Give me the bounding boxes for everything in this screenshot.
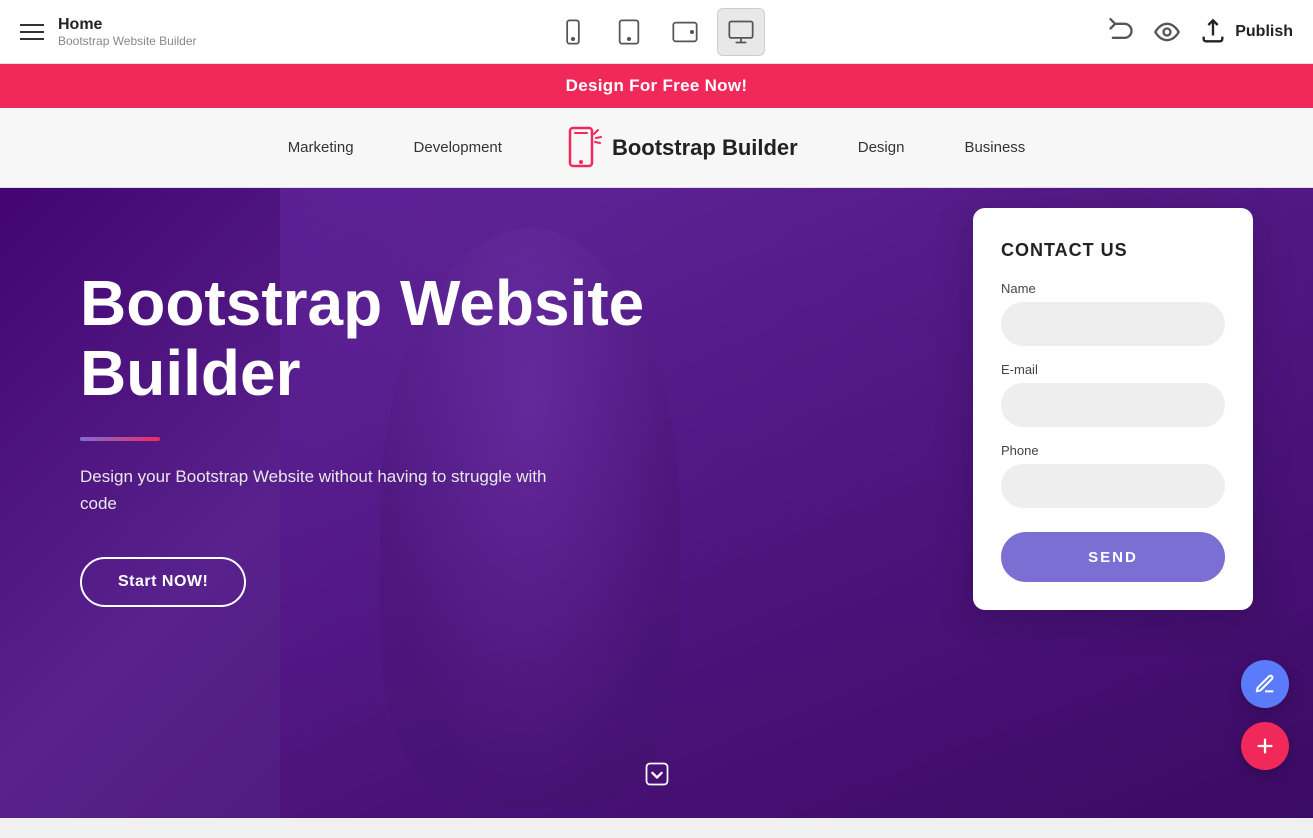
hero-title: Bootstrap Website Builder	[80, 268, 780, 409]
email-field-group: E-mail	[1001, 362, 1225, 427]
name-label: Name	[1001, 281, 1225, 296]
toolbar-right: Publish	[1107, 18, 1293, 46]
email-input[interactable]	[1001, 383, 1225, 427]
phone-input[interactable]	[1001, 464, 1225, 508]
phone-field-group: Phone	[1001, 443, 1225, 508]
desktop-view-button[interactable]	[717, 8, 765, 56]
email-label: E-mail	[1001, 362, 1225, 377]
tablet-view-button[interactable]	[605, 8, 653, 56]
brand[interactable]: Bootstrap Builder	[562, 124, 798, 172]
publish-label: Publish	[1235, 23, 1293, 41]
edit-fab-button[interactable]	[1241, 660, 1289, 708]
toolbar-title-group: Home Bootstrap Website Builder	[58, 16, 197, 48]
mobile-view-button[interactable]	[549, 8, 597, 56]
brand-name: Bootstrap Builder	[612, 135, 798, 161]
add-fab-button[interactable]	[1241, 722, 1289, 770]
device-switcher	[549, 8, 765, 56]
toolbar: Home Bootstrap Website Builder	[0, 0, 1313, 64]
contact-title: CONTACT US	[1001, 240, 1225, 261]
send-button[interactable]: SEND	[1001, 532, 1225, 582]
hero-cta-button[interactable]: Start NOW!	[80, 557, 246, 607]
brand-icon	[562, 124, 602, 172]
publish-button[interactable]: Publish	[1199, 18, 1293, 46]
promo-banner[interactable]: Design For Free Now!	[0, 64, 1313, 108]
menu-icon[interactable]	[20, 24, 44, 40]
contact-card: CONTACT US Name E-mail Phone SEND	[973, 208, 1253, 610]
hero-subtitle: Design your Bootstrap Website without ha…	[80, 463, 560, 517]
toolbar-subtitle: Bootstrap Website Builder	[58, 34, 197, 48]
promo-text: Design For Free Now!	[566, 76, 748, 95]
nav-marketing[interactable]: Marketing	[288, 139, 354, 156]
nav-design[interactable]: Design	[858, 139, 905, 156]
nav-development[interactable]: Development	[414, 139, 502, 156]
toolbar-left: Home Bootstrap Website Builder	[20, 16, 197, 48]
hero-section: Bootstrap Website Builder Design your Bo…	[0, 188, 1313, 818]
home-label: Home	[58, 16, 197, 34]
site-navbar: Marketing Development Bootstrap Builder …	[0, 108, 1313, 188]
scroll-down-indicator	[643, 760, 671, 788]
tablet-landscape-view-button[interactable]	[661, 8, 709, 56]
name-input[interactable]	[1001, 302, 1225, 346]
hero-divider	[80, 437, 160, 441]
fab-container	[1241, 660, 1289, 770]
nav-business[interactable]: Business	[964, 139, 1025, 156]
phone-label: Phone	[1001, 443, 1225, 458]
name-field-group: Name	[1001, 281, 1225, 346]
preview-button[interactable]	[1153, 18, 1181, 46]
undo-button[interactable]	[1107, 18, 1135, 46]
